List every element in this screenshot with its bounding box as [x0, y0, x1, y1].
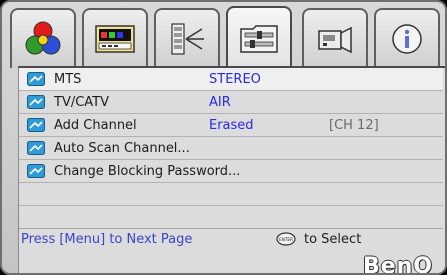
- menu-panel: MTS STEREO TV/CATV AIR Add Channel Erase…: [18, 66, 445, 275]
- tab-system-setup[interactable]: [302, 8, 368, 68]
- tv-tuner-settings-icon: [240, 25, 278, 53]
- menu-item-icon: [27, 72, 45, 86]
- enter-key-label: ENTER: [279, 237, 293, 242]
- menu-row-value[interactable]: Erased: [209, 118, 254, 133]
- menu-item-icon: [27, 141, 45, 155]
- menu-item-icon: [27, 164, 45, 178]
- screen-settings-icon: [95, 25, 135, 53]
- menu-item-icon: [27, 118, 45, 132]
- color-balls-icon: [25, 21, 61, 55]
- menu-row-label: MTS: [54, 71, 82, 87]
- menu-row-value[interactable]: STEREO: [209, 72, 261, 87]
- menu-tab-bar: [8, 6, 445, 70]
- menu-row-label: TV/CATV: [54, 94, 110, 110]
- select-hint: to Select: [304, 232, 362, 247]
- tab-image-settings[interactable]: [82, 8, 148, 68]
- menu-row-tv-catv[interactable]: TV/CATV AIR: [19, 91, 443, 114]
- info-icon: [392, 24, 422, 54]
- menu-row-empty: [19, 206, 443, 229]
- next-page-hint: Press [Menu] to Next Page: [21, 232, 193, 247]
- menu-row-add-channel[interactable]: Add Channel Erased [CH 12]: [19, 114, 443, 137]
- tab-picture[interactable]: [10, 8, 76, 68]
- benq-logo: BenQ: [362, 254, 433, 275]
- menu-row-auto-scan-channel[interactable]: Auto Scan Channel...: [19, 137, 443, 160]
- menu-item-icon: [27, 95, 45, 109]
- projector-light-icon: [171, 23, 204, 55]
- menu-row-label: Auto Scan Channel...: [54, 140, 190, 156]
- osd-menu-window: MTS STEREO TV/CATV AIR Add Channel Erase…: [0, 0, 447, 275]
- tab-display-settings[interactable]: [154, 8, 220, 68]
- menu-row-label: Change Blocking Password...: [54, 163, 241, 179]
- tab-tv-settings[interactable]: [226, 6, 292, 70]
- menu-row-extra: [CH 12]: [329, 117, 379, 133]
- menu-footer: Press [Menu] to Next Page ENTER to Selec…: [19, 228, 443, 275]
- tab-information[interactable]: [374, 8, 440, 68]
- menu-row-mts[interactable]: MTS STEREO: [19, 68, 443, 91]
- projector-setup-icon: [318, 26, 352, 54]
- menu-row-value[interactable]: AIR: [209, 95, 231, 110]
- menu-row-change-blocking-password[interactable]: Change Blocking Password...: [19, 160, 443, 183]
- menu-row-label: Add Channel: [54, 117, 137, 133]
- menu-row-empty: [19, 183, 443, 206]
- enter-key-icon: ENTER: [276, 232, 296, 246]
